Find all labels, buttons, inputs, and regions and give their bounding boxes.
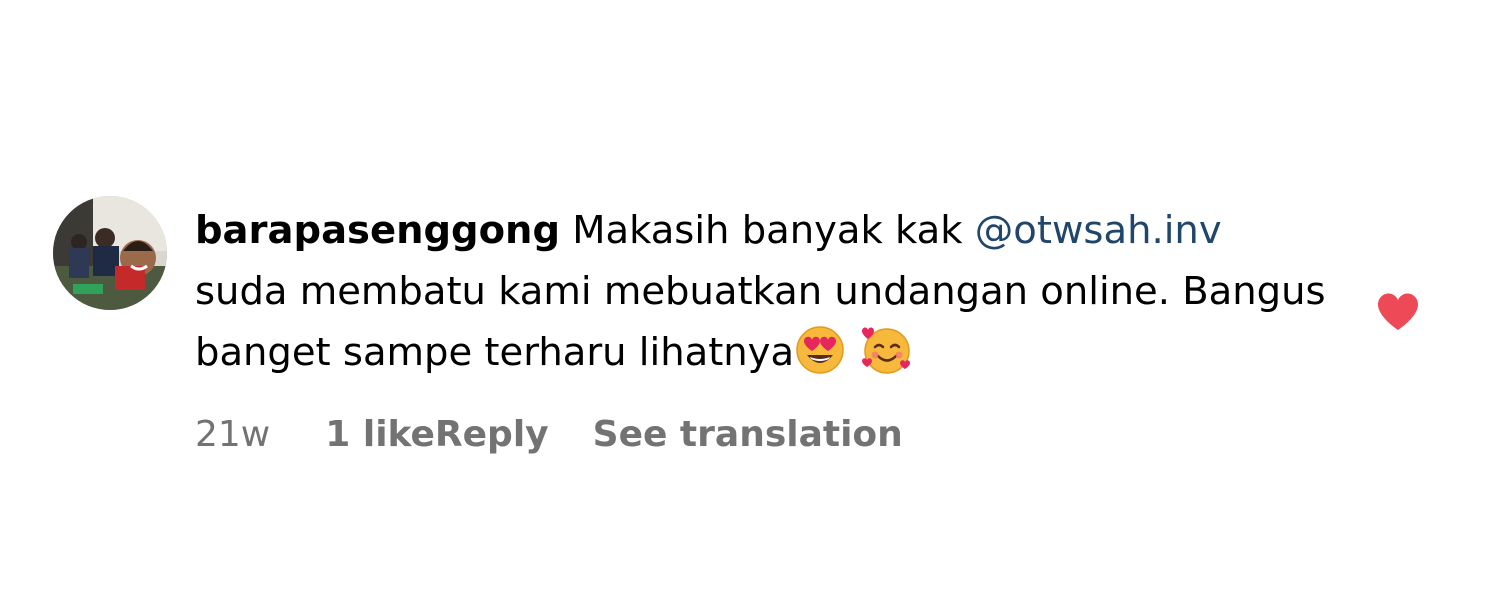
comment-mention-link[interactable]: @otwsah.inv (975, 208, 1222, 253)
smiling-face-with-heart-eyes-icon (796, 326, 844, 374)
comment-like-count[interactable]: 1 like (325, 410, 435, 460)
comment-meta: 21w 1 likeReply See translation (195, 410, 903, 460)
avatar-photo (53, 196, 167, 310)
avatar[interactable] (53, 196, 167, 310)
comment-text-part1: Makasih banyak kak (572, 208, 975, 253)
smiling-face-with-hearts-icon (862, 327, 911, 374)
comment-body: barapasenggong Makasih banyak kak @otwsa… (195, 200, 1345, 383)
comment-text-part2: suda membatu kami mebuatkan undangan onl… (195, 269, 1326, 375)
heart-icon[interactable] (1376, 292, 1420, 332)
comment-item: barapasenggong Makasih banyak kak @otwsa… (0, 0, 1500, 608)
comment-timestamp[interactable]: 21w (195, 410, 270, 460)
see-translation-button[interactable]: See translation (593, 410, 903, 460)
comment-username[interactable]: barapasenggong (195, 208, 560, 253)
reply-button[interactable]: Reply (435, 410, 549, 460)
